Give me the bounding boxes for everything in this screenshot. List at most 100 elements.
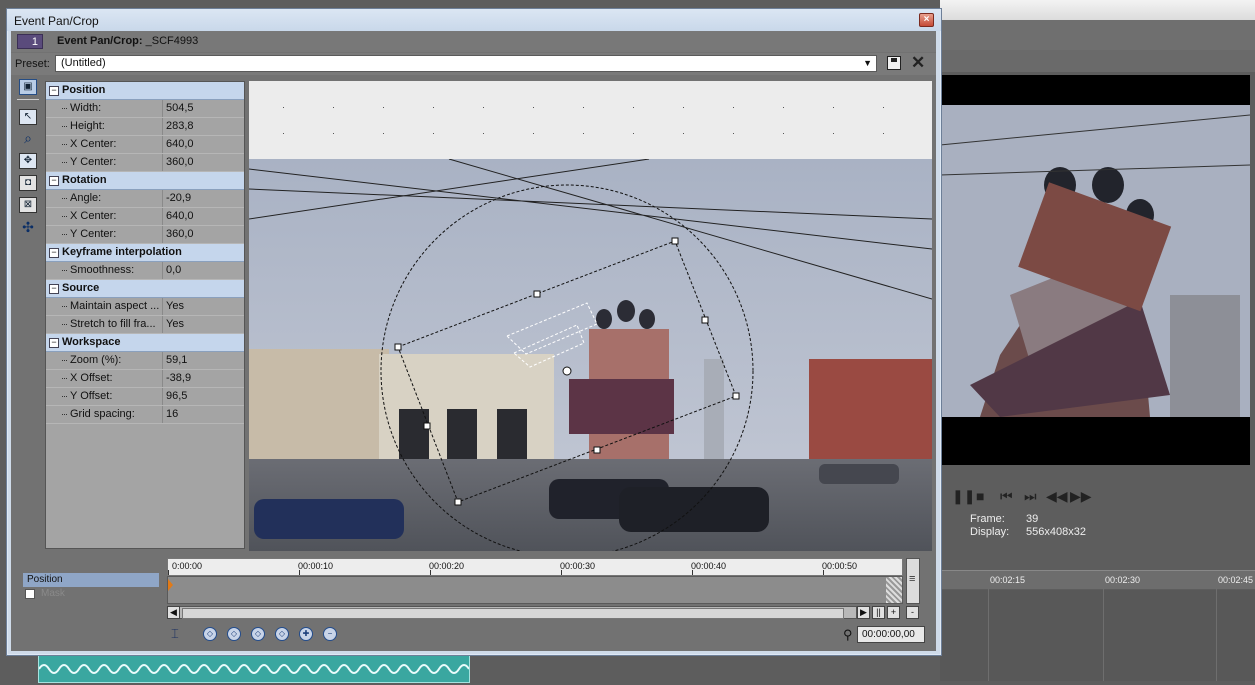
property-row[interactable]: Smoothness: 0,0 <box>46 262 244 280</box>
next-frame-icon[interactable]: ⏭ <box>1024 488 1037 505</box>
preset-dropdown[interactable]: (Untitled) ▼ <box>55 55 877 72</box>
property-row[interactable]: Maintain aspect ... Yes <box>46 298 244 316</box>
mask-checkbox[interactable] <box>25 589 35 599</box>
timecode-field[interactable]: 00:00:00,00 <box>857 626 925 643</box>
property-row[interactable]: Y Center: 360,0 <box>46 154 244 172</box>
property-value[interactable]: Yes <box>162 298 244 315</box>
track-position[interactable]: Position <box>23 573 159 587</box>
track-label: Position <box>27 574 63 585</box>
host-menu-bar <box>940 0 1255 21</box>
first-keyframe-icon[interactable]: ◇ <box>203 627 217 641</box>
horizontal-scrollbar[interactable] <box>167 606 857 619</box>
section-keyframe-interpolation[interactable]: − Keyframe interpolation <box>46 244 244 262</box>
zoom-icon[interactable]: ⌕ <box>19 131 37 147</box>
pan-icon[interactable]: ✣ <box>19 220 37 236</box>
pin-icon[interactable]: ⚲ <box>843 627 853 643</box>
collapse-icon[interactable]: − <box>49 284 59 294</box>
collapse-icon[interactable]: − <box>49 338 59 348</box>
keyframe-lane[interactable] <box>167 576 903 604</box>
save-preset-icon[interactable] <box>887 56 901 70</box>
pause-icon[interactable]: ❚❚ <box>952 488 975 505</box>
fit-icon[interactable]: ◘ <box>19 175 37 191</box>
property-row[interactable]: X Offset: -38,9 <box>46 370 244 388</box>
keyframe-track-list: Position Mask <box>23 573 159 605</box>
grid-line <box>988 588 989 681</box>
scroll-left-icon[interactable]: ◀ <box>167 606 180 619</box>
title-bar[interactable]: Event Pan/Crop × <box>7 9 941 31</box>
zoom-in-icon: + <box>890 607 897 617</box>
tick-mark <box>692 570 693 575</box>
property-value[interactable]: 16 <box>162 406 244 423</box>
section-title: Position <box>62 84 106 96</box>
section-workspace[interactable]: − Workspace <box>46 334 244 352</box>
property-row[interactable]: Width: 504,5 <box>46 100 244 118</box>
section-rotation[interactable]: − Rotation <box>46 172 244 190</box>
property-row[interactable]: Y Offset: 96,5 <box>46 388 244 406</box>
property-value[interactable]: Yes <box>162 316 244 333</box>
property-value[interactable]: 640,0 <box>162 208 244 225</box>
property-value[interactable]: -20,9 <box>162 190 244 207</box>
scrollbar-thumb[interactable] <box>182 608 844 619</box>
track-mask[interactable]: Mask <box>23 587 159 601</box>
property-value[interactable]: 59,1 <box>162 352 244 369</box>
next-keyframe-icon[interactable]: ◇ <box>251 627 265 641</box>
property-row[interactable]: X Center: 640,0 <box>46 208 244 226</box>
property-name: X Center: <box>46 208 160 225</box>
property-value[interactable]: 360,0 <box>162 154 244 171</box>
add-keyframe-icon[interactable]: ✚ <box>299 627 313 641</box>
keyframe-toolbar: ⌶ ◇ ◇ ◇ ◇ ✚ − ⚲ 00:00:00,00 <box>167 624 937 646</box>
delete-keyframe-icon[interactable]: − <box>323 627 337 641</box>
cursor-marker[interactable] <box>168 579 173 591</box>
tick-mark <box>299 570 300 575</box>
collapse-icon[interactable]: − <box>49 248 59 258</box>
audio-clip[interactable] <box>38 655 470 683</box>
property-row[interactable]: X Center: 640,0 <box>46 136 244 154</box>
normal-edit-icon[interactable]: ▣ <box>19 79 37 95</box>
zoom-out-button[interactable]: - <box>906 606 919 619</box>
property-value[interactable]: 0,0 <box>162 262 244 279</box>
prev-frame-icon[interactable]: ⏮ <box>1000 488 1013 505</box>
prev-keyframe-icon[interactable]: ◇ <box>227 627 241 641</box>
move-icon[interactable]: ✥ <box>19 153 37 169</box>
property-value[interactable]: 640,0 <box>162 136 244 153</box>
section-source[interactable]: − Source <box>46 280 244 298</box>
property-value[interactable]: -38,9 <box>162 370 244 387</box>
property-row[interactable]: Angle: -20,9 <box>46 190 244 208</box>
forward-icon[interactable]: ▶▶ <box>1070 488 1092 505</box>
timecode-value: 00:00:00,00 <box>862 629 915 640</box>
chevron-down-icon[interactable]: ▼ <box>863 56 872 71</box>
main-timeline-ruler[interactable]: 00:02:15 00:02:30 00:02:45 <box>940 570 1255 589</box>
property-row[interactable]: Height: 283,8 <box>46 118 244 136</box>
rewind-icon[interactable]: ◀◀ <box>1046 488 1068 505</box>
property-row[interactable]: Y Center: 360,0 <box>46 226 244 244</box>
delete-preset-icon[interactable]: ✕ <box>911 53 925 73</box>
property-value[interactable]: 504,5 <box>162 100 244 117</box>
keyframe-ruler[interactable]: 0:00:00 00:00:10 00:00:20 00:00:30 00:00… <box>167 558 903 576</box>
property-value[interactable]: 360,0 <box>162 226 244 243</box>
vertical-zoom-scroll[interactable] <box>906 558 920 604</box>
sync-cursor-icon[interactable]: ⌶ <box>171 626 189 644</box>
collapse-icon[interactable]: − <box>49 176 59 186</box>
property-value[interactable]: 283,8 <box>162 118 244 135</box>
pan-crop-workspace[interactable] <box>249 81 932 551</box>
crop-overlay[interactable] <box>249 81 932 551</box>
section-position[interactable]: − Position <box>46 82 244 100</box>
zoom-handle-button[interactable]: || <box>872 606 885 619</box>
collapse-icon[interactable]: − <box>49 86 59 96</box>
host-toolbar-band <box>940 20 1255 50</box>
property-row[interactable]: Zoom (%): 59,1 <box>46 352 244 370</box>
last-keyframe-icon[interactable]: ◇ <box>275 627 289 641</box>
property-value[interactable]: 96,5 <box>162 388 244 405</box>
property-row[interactable]: Grid spacing: 16 <box>46 406 244 424</box>
zoom-in-button[interactable]: + <box>887 606 900 619</box>
event-file-name: _SCF4993 <box>145 35 199 47</box>
pointer-icon[interactable]: ↖ <box>19 109 37 125</box>
ruler-tick: 00:00:10 <box>298 561 334 571</box>
property-name: Y Center: <box>46 154 160 171</box>
frame-icon[interactable]: ⊠ <box>19 197 37 213</box>
stop-icon[interactable]: ■ <box>976 488 984 504</box>
scroll-right-icon[interactable]: ▶ <box>857 606 870 619</box>
close-button[interactable]: × <box>919 13 934 27</box>
property-row[interactable]: Stretch to fill fra... Yes <box>46 316 244 334</box>
preview-frame <box>940 105 1250 417</box>
